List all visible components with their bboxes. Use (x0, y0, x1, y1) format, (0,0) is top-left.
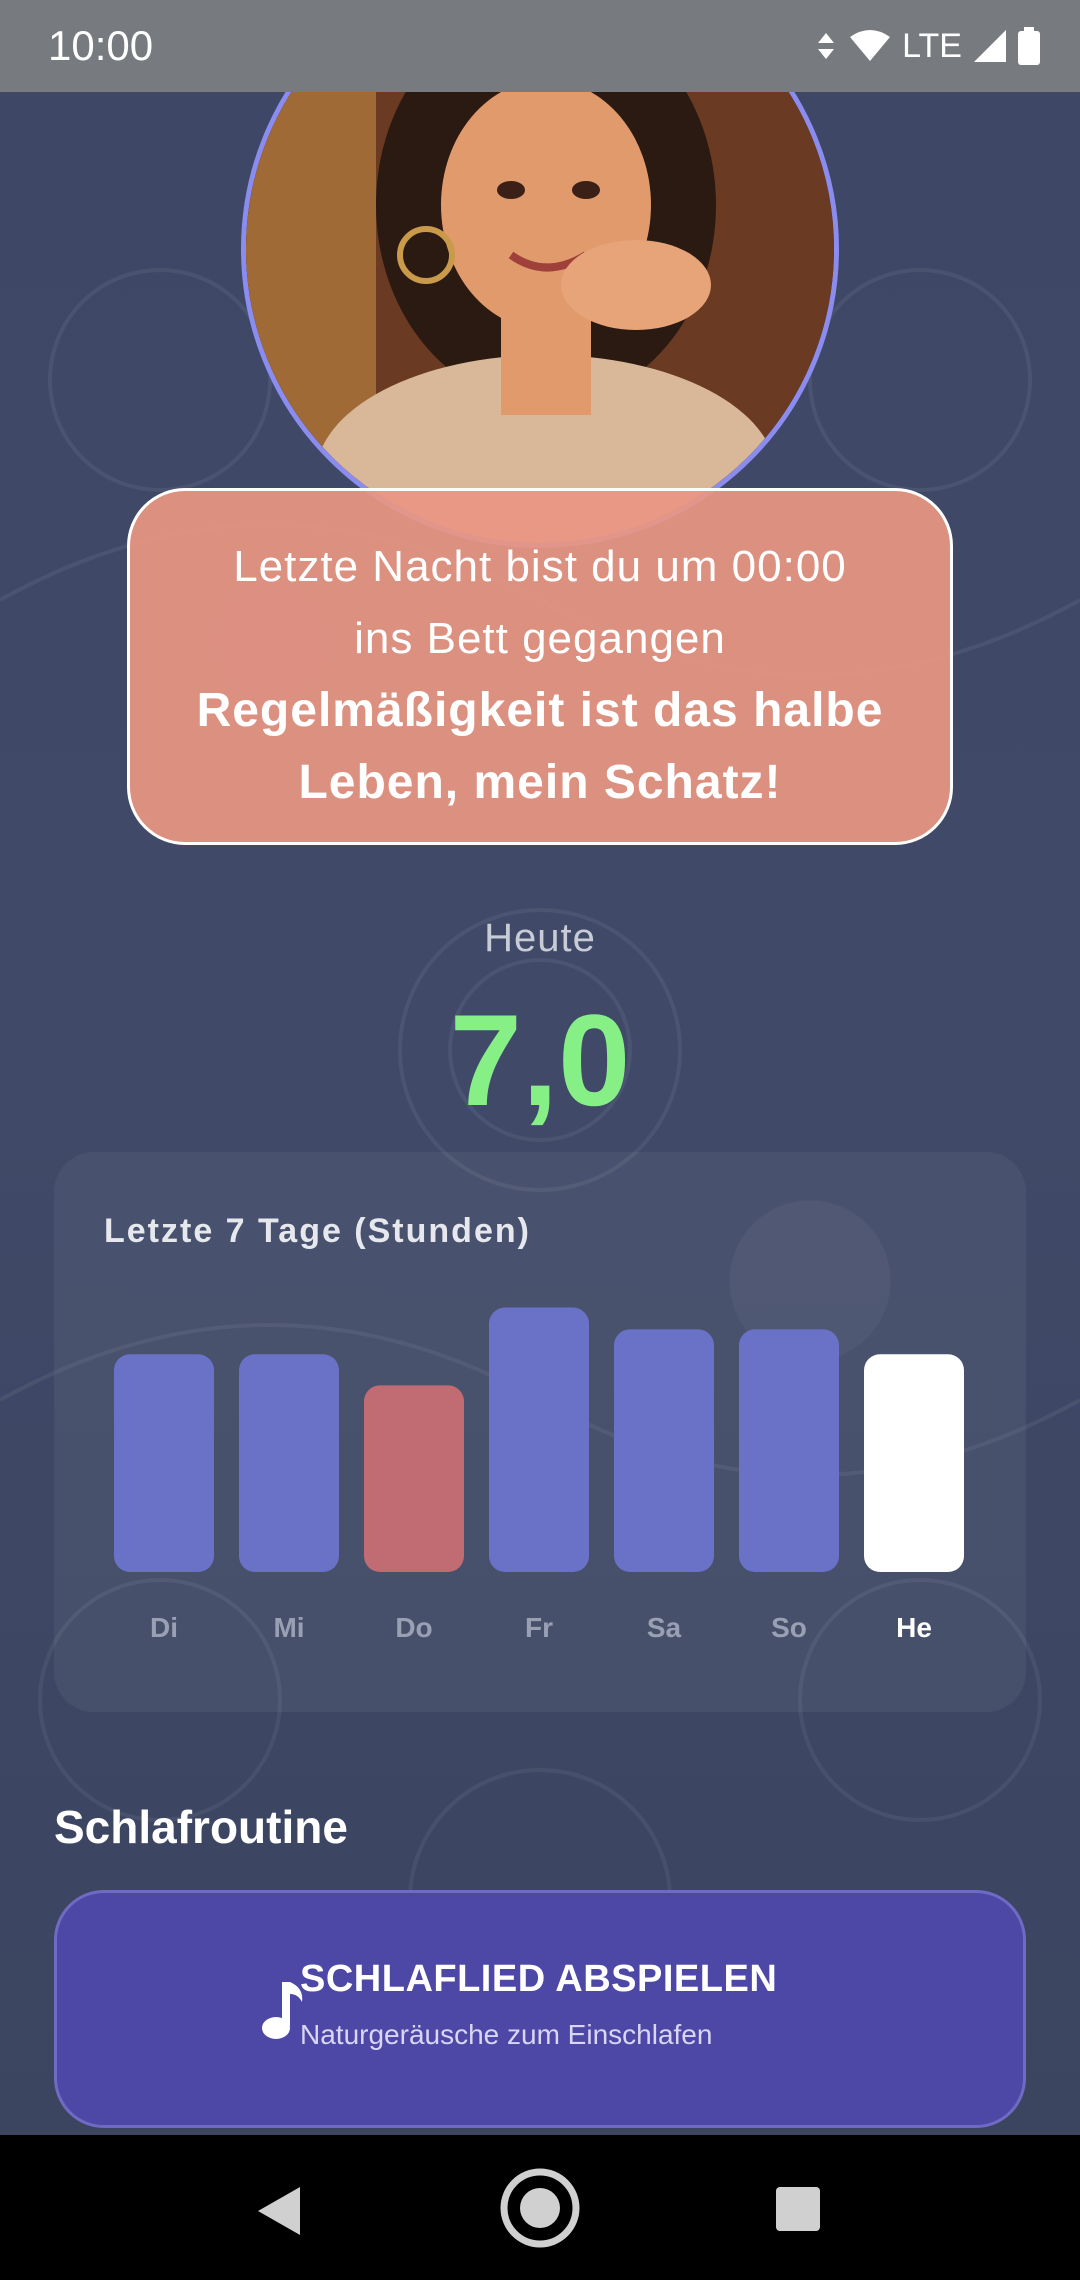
lullaby-subtitle: Naturgeräusche zum Einschlafen (300, 2019, 713, 2050)
message-line1: Letzte Nacht bist du um 00:00 (233, 542, 847, 591)
recents-icon[interactable] (776, 2187, 820, 2231)
today-label: Heute (484, 916, 596, 960)
bar-label-fr: Fr (525, 1612, 553, 1643)
bar-di (114, 1354, 214, 1572)
bar-label-he: He (896, 1612, 932, 1643)
network-type: LTE (902, 26, 962, 65)
bar-so (739, 1329, 839, 1572)
sleep-chart-card: Letzte 7 Tage (Stunden) Di Mi Do Fr Sa So He (54, 1152, 1026, 1712)
signal-icon (974, 30, 1006, 62)
bar-fr (489, 1307, 589, 1572)
message-line2: ins Bett gegangen (354, 614, 726, 663)
home-icon-center (520, 2188, 560, 2228)
bar-sa (614, 1329, 714, 1572)
bar-label-mi: Mi (273, 1612, 304, 1643)
bar-mi (239, 1354, 339, 1572)
back-icon[interactable] (258, 2187, 300, 2235)
navigation-bar (0, 2135, 1080, 2280)
section-title-sleep-routine: Schlafroutine (54, 1801, 348, 1853)
today-value: 7,0 (449, 987, 631, 1133)
status-bar: 10:00 LTE (0, 0, 1080, 92)
bar-label-di: Di (150, 1612, 178, 1643)
message-emphasis2: Leben, mein Schatz! (298, 756, 782, 809)
bar-label-so: So (771, 1612, 807, 1643)
sleep-chart: Di Mi Do Fr Sa So He (114, 1307, 964, 1643)
status-icons: LTE (814, 27, 1040, 66)
bar-do (364, 1385, 464, 1572)
message-bubble: Letzte Nacht bist du um 00:00 ins Bett g… (127, 488, 953, 845)
lullaby-text: SCHLAFLIED ABSPIELEN Naturgeräusche zum … (300, 1958, 777, 2051)
bar-label-sa: Sa (647, 1612, 682, 1643)
battery-icon (1018, 27, 1040, 65)
bar-label-do: Do (395, 1612, 432, 1643)
music-note-icon (262, 1982, 303, 2039)
bar-he (864, 1354, 964, 1572)
data-arrows-icon (818, 33, 835, 59)
lullaby-title: SCHLAFLIED ABSPIELEN (300, 1958, 778, 2000)
message-emphasis1: Regelmäßigkeit ist das halbe (196, 684, 884, 737)
status-time: 10:00 (48, 22, 154, 69)
wifi-icon (850, 30, 891, 61)
